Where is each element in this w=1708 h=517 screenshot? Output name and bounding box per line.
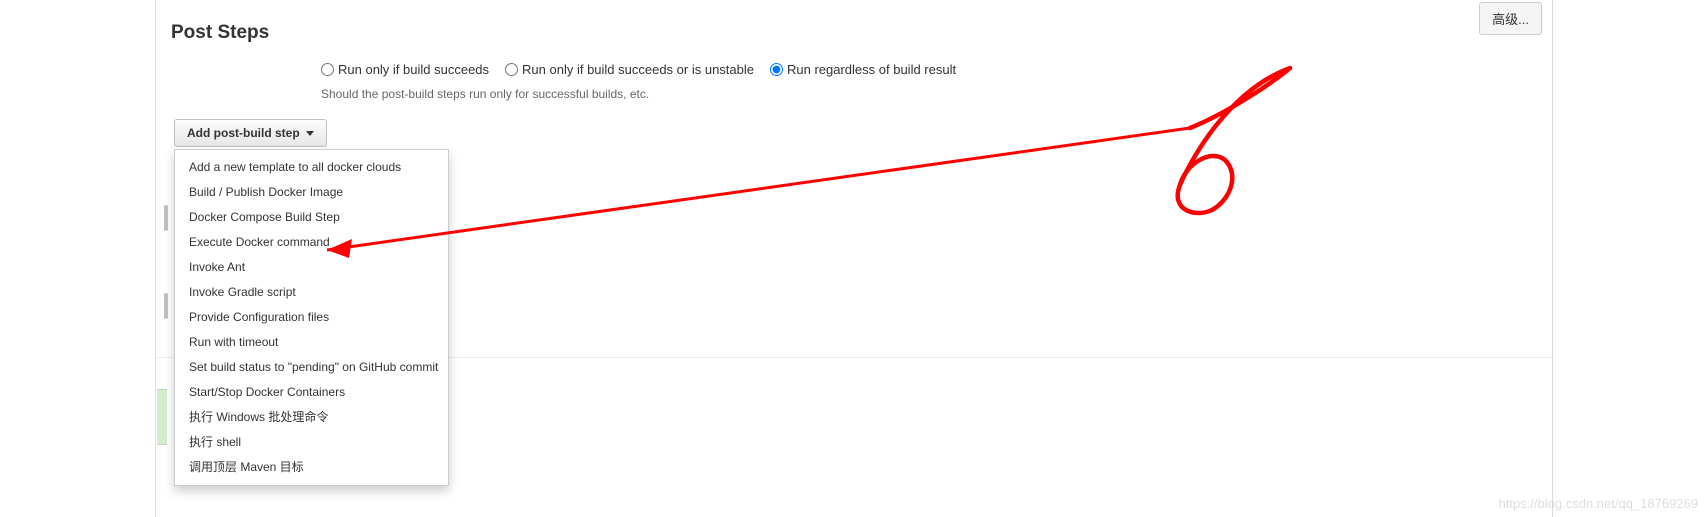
chevron-down-icon: [306, 131, 314, 136]
dropdown-item[interactable]: Invoke Gradle script: [175, 280, 448, 305]
section-marker: [164, 293, 168, 319]
add-step-dropdown-menu: Add a new template to all docker cloudsB…: [174, 149, 449, 486]
advanced-button[interactable]: 高级...: [1479, 2, 1542, 35]
radio-succeeds-unstable[interactable]: Run only if build succeeds or is unstabl…: [505, 62, 754, 77]
run-condition-radios: Run only if build succeeds Run only if b…: [156, 62, 1552, 77]
dropdown-item[interactable]: Start/Stop Docker Containers: [175, 380, 448, 405]
dropdown-item[interactable]: Execute Docker command: [175, 230, 448, 255]
radio-succeeds-label: Run only if build succeeds: [338, 62, 489, 77]
radio-regardless-input[interactable]: [770, 63, 783, 76]
radio-succeeds-unstable-input[interactable]: [505, 63, 518, 76]
dropdown-item[interactable]: Run with timeout: [175, 330, 448, 355]
dropdown-item[interactable]: 调用顶层 Maven 目标: [175, 455, 448, 480]
dropdown-item[interactable]: Provide Configuration files: [175, 305, 448, 330]
dropdown-item[interactable]: Build / Publish Docker Image: [175, 180, 448, 205]
run-condition-help: Should the post-build steps run only for…: [156, 77, 1552, 101]
dropdown-item[interactable]: Set build status to "pending" on GitHub …: [175, 355, 448, 380]
add-post-build-step-label: Add post-build step: [187, 126, 300, 140]
radio-regardless-label: Run regardless of build result: [787, 62, 956, 77]
add-post-build-step-button[interactable]: Add post-build step: [174, 119, 327, 147]
add-step-dropdown-wrap: Add post-build step Add a new template t…: [174, 119, 1552, 147]
radio-succeeds-unstable-label: Run only if build succeeds or is unstabl…: [522, 62, 754, 77]
section-title: Post Steps: [156, 0, 1552, 62]
radio-succeeds[interactable]: Run only if build succeeds: [321, 62, 489, 77]
watermark: https://blog.csdn.net/qq_18769269: [1499, 496, 1699, 511]
dropdown-item[interactable]: Invoke Ant: [175, 255, 448, 280]
radio-succeeds-input[interactable]: [321, 63, 334, 76]
section-marker: [164, 205, 168, 231]
dropdown-item[interactable]: Docker Compose Build Step: [175, 205, 448, 230]
dropdown-item[interactable]: 执行 shell: [175, 430, 448, 455]
dropdown-item[interactable]: 执行 Windows 批处理命令: [175, 405, 448, 430]
dropdown-item[interactable]: Add a new template to all docker clouds: [175, 155, 448, 180]
section-bar: [157, 389, 167, 445]
advanced-button-wrap: 高级...: [1479, 2, 1542, 35]
config-panel: 高级... Post Steps Run only if build succe…: [155, 0, 1553, 517]
radio-regardless[interactable]: Run regardless of build result: [770, 62, 956, 77]
